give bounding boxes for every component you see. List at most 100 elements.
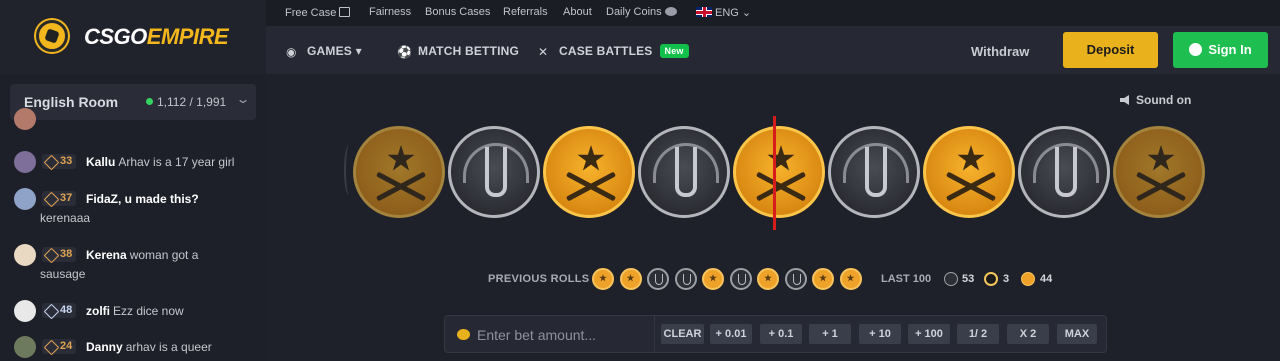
avatar[interactable]	[14, 244, 36, 266]
nav-match-betting-label: MATCH BETTING	[418, 44, 520, 58]
chat-text: arhav is a queer	[125, 340, 212, 354]
chat-username[interactable]: Danny	[86, 340, 123, 354]
ct-coin-icon	[448, 126, 540, 218]
uk-flag-icon	[696, 7, 712, 17]
withdraw-button[interactable]: Withdraw	[971, 44, 1029, 59]
chat-text: woman got a	[129, 248, 199, 262]
chevron-down-icon: ⌄	[741, 7, 752, 19]
sound-toggle[interactable]: Sound on	[1120, 93, 1191, 107]
nav-case-battles-label: CASE BATTLES	[559, 44, 653, 58]
last-100-ct-count: 53	[962, 273, 975, 285]
ct-roll-icon	[647, 268, 669, 290]
skull-avatar[interactable]	[14, 300, 36, 322]
bet-modifier-button[interactable]: + 0.1	[760, 324, 802, 344]
chat-username[interactable]: Kerena	[86, 248, 127, 262]
chat-text-continued: kerenaaa	[40, 211, 91, 225]
t-coin-icon	[1113, 126, 1205, 218]
online-dot-icon	[146, 98, 153, 105]
sound-label: Sound on	[1136, 93, 1192, 107]
logo-text-left: CSGO	[84, 24, 147, 49]
nav-case-battles[interactable]: ✕ CASE BATTLES New	[538, 44, 689, 59]
avatar	[14, 108, 36, 130]
sign-in-label: Sign In	[1208, 42, 1252, 57]
language-selector[interactable]: ENG ⌄	[696, 6, 751, 19]
main-nav: ◉ GAMES ▾ ⚽ MATCH BETTING ✕ CASE BATTLES New…	[266, 26, 1280, 74]
ball-icon: ⚽	[397, 45, 413, 59]
level-badge: 38	[42, 247, 77, 262]
last-100-label: LAST 100	[881, 273, 932, 285]
t-roll-icon	[592, 268, 614, 290]
coins-icon	[664, 7, 677, 16]
nav-free-case[interactable]: Free Case	[285, 6, 351, 19]
bet-bar: CLEAR + 0.01 + 0.1 + 1 + 10 + 100 1/ 2 X 2 MAX	[444, 315, 1107, 353]
level-badge: 48	[42, 303, 77, 318]
chat-text: Arhav is a 17 year girl	[118, 155, 235, 169]
bet-modifier-button[interactable]: X 2	[1007, 324, 1049, 344]
nav-fairness[interactable]: Fairness	[369, 6, 411, 18]
nav-free-case-label: Free Case	[285, 7, 337, 19]
ct-roll-icon	[729, 268, 752, 290]
t-coin-icon	[733, 126, 825, 218]
gamepad-icon: ◉	[286, 45, 297, 59]
avatar[interactable]	[14, 188, 36, 210]
top-nav: Free Case Fairness Bonus Cases Referrals…	[266, 0, 1280, 26]
logo-icon[interactable]	[36, 20, 68, 52]
bonus-coin-icon	[984, 272, 998, 286]
chat-room-selector[interactable]: English Room 1,112 / 1,991 ⌄	[10, 84, 256, 120]
bet-amount-input[interactable]	[477, 324, 647, 346]
chat-username[interactable]: Kallu	[86, 155, 115, 169]
nav-about[interactable]: About	[563, 6, 592, 18]
nav-games-label: GAMES	[307, 44, 353, 58]
nav-match-betting[interactable]: ⚽ MATCH BETTING	[397, 44, 519, 58]
bet-modifier-button[interactable]: MAX	[1057, 324, 1097, 344]
avatar[interactable]	[14, 151, 36, 173]
speaker-icon	[1120, 95, 1129, 105]
last-100-bonus-count: 3	[1003, 273, 1010, 285]
level-badge: 37	[42, 191, 77, 206]
t-roll-icon	[619, 268, 642, 290]
chat-text: Ezz dice now	[113, 304, 184, 318]
ct-coin-icon	[1018, 126, 1110, 218]
chat-username[interactable]: zolfi	[86, 304, 110, 318]
level-badge: 24	[42, 339, 77, 354]
chat-username[interactable]: FidaZ, u made this?	[86, 192, 199, 206]
sidebar: CSGOEMPIRE English Room 1,112 / 1,991 ⌄ …	[0, 0, 266, 361]
logo-text[interactable]: CSGOEMPIRE	[84, 24, 229, 50]
ct-coin-icon	[638, 126, 730, 218]
steam-icon	[1189, 43, 1203, 56]
t-coin-icon	[353, 126, 445, 218]
coin-icon	[457, 329, 470, 340]
bet-modifier-button[interactable]: + 0.01	[710, 324, 752, 344]
t-roll-icon	[702, 268, 724, 290]
bet-modifier-button[interactable]: CLEAR	[661, 324, 704, 344]
t-roll-icon	[839, 268, 862, 290]
divider	[654, 316, 655, 352]
bet-modifier-button[interactable]: + 1	[809, 324, 851, 344]
new-badge: New	[659, 44, 689, 58]
bet-modifier-button[interactable]: 1/ 2	[957, 324, 999, 344]
list-item	[14, 108, 254, 132]
t-coin-icon	[1021, 272, 1035, 286]
deposit-button[interactable]: Deposit	[1063, 32, 1158, 68]
sign-in-button[interactable]: Sign In	[1173, 32, 1268, 68]
logo-text-right: EMPIRE	[146, 24, 229, 49]
gift-icon	[339, 7, 351, 17]
nav-bonus-cases[interactable]: Bonus Cases	[425, 6, 490, 18]
swords-icon: ✕	[538, 45, 549, 59]
online-count: 1,112 / 1,991	[157, 95, 227, 109]
t-roll-icon	[812, 268, 834, 290]
bet-modifier-button[interactable]: + 10	[859, 324, 901, 344]
previous-rolls-label: PREVIOUS ROLLS	[488, 273, 590, 285]
ct-coin-icon	[828, 126, 920, 218]
nav-games[interactable]: ◉ GAMES ▾	[286, 44, 362, 58]
nav-daily-coins-label: Daily Coins	[606, 6, 662, 18]
t-coin-icon	[543, 126, 635, 218]
ct-roll-icon	[674, 268, 697, 290]
ct-roll-icon	[784, 268, 807, 290]
chat-text-continued: sausage	[40, 267, 86, 281]
nav-referrals[interactable]: Referrals	[503, 6, 548, 18]
nav-daily-coins[interactable]: Daily Coins	[606, 6, 677, 18]
avatar[interactable]	[14, 336, 36, 358]
bet-modifier-button[interactable]: + 100	[908, 324, 950, 344]
level-badge: 33	[42, 154, 77, 169]
